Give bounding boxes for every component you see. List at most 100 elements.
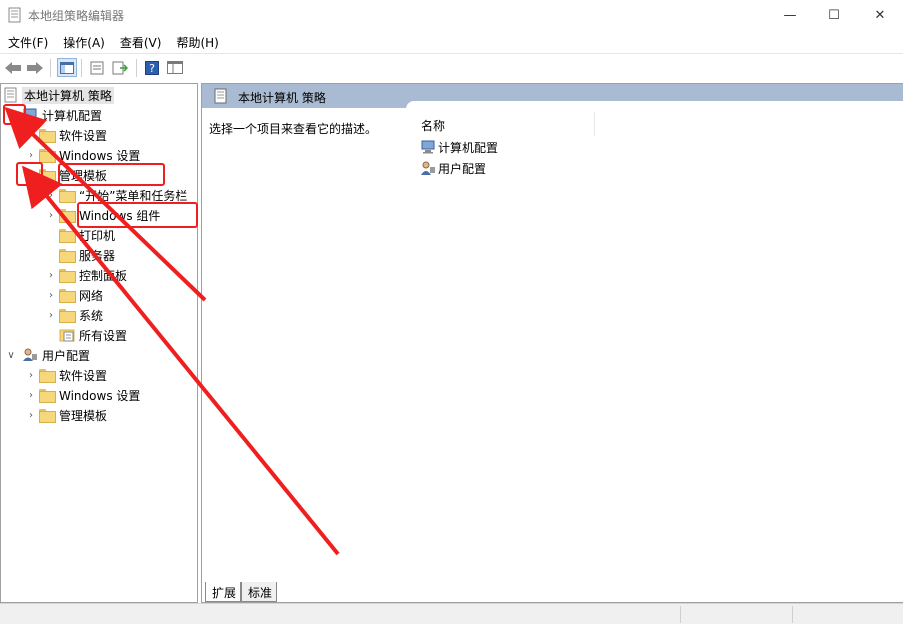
status-separator	[792, 606, 793, 623]
chevron-down-icon[interactable]: ∨	[5, 109, 17, 121]
properties-icon	[90, 61, 104, 74]
tree-node-label: 所有设置	[79, 328, 128, 343]
folder-icon	[39, 389, 56, 403]
tree-node-label: 管理模板	[59, 168, 108, 183]
tree-node-windows-components[interactable]: › Windows 组件	[45, 205, 160, 225]
tree-node-label: Windows 设置	[59, 388, 141, 403]
chevron-right-icon[interactable]: ›	[25, 409, 37, 421]
chevron-right-icon[interactable]: ›	[25, 129, 37, 141]
computer-icon	[421, 140, 435, 154]
window-title: 本地组策略编辑器	[28, 9, 125, 23]
tree-node-label: 服务器	[79, 248, 116, 263]
tree-node-server[interactable]: 服务器	[57, 245, 115, 265]
tree-node-system[interactable]: › 系统	[45, 305, 103, 325]
menu-view[interactable]: 查看(V)	[112, 30, 169, 52]
menu-help[interactable]: 帮助(H)	[168, 30, 225, 52]
tree-node-windows-settings[interactable]: › Windows 设置	[25, 145, 140, 165]
list-item-user-config[interactable]: 用户配置	[420, 158, 486, 178]
chevron-down-icon[interactable]: ∨	[5, 349, 17, 361]
svg-text:?: ?	[149, 62, 155, 75]
chevron-right-icon[interactable]: ›	[25, 389, 37, 401]
close-button[interactable]: ✕	[857, 0, 903, 30]
console-tree-icon	[60, 61, 74, 74]
computer-icon	[23, 108, 37, 122]
folder-icon	[59, 269, 76, 283]
show-hide-tree-button[interactable]	[57, 58, 77, 77]
tree-node-label: 控制面板	[79, 268, 128, 283]
tree-node-label: Windows 设置	[59, 148, 141, 163]
minimize-button[interactable]: —	[767, 0, 813, 30]
tree-node-printers[interactable]: 打印机	[57, 225, 115, 245]
properties-button[interactable]	[87, 58, 107, 77]
maximize-button[interactable]: ☐	[811, 0, 857, 30]
chevron-right-icon[interactable]: ›	[45, 289, 57, 301]
tree-node-user-admin-templates[interactable]: › 管理模板	[25, 405, 107, 425]
all-settings-icon	[59, 329, 75, 342]
policy-editor-icon	[8, 7, 21, 23]
tree-node-user-windows-settings[interactable]: › Windows 设置	[25, 385, 140, 405]
menu-action[interactable]: 操作(A)	[55, 30, 112, 52]
menu-bar: 文件(F) 操作(A) 查看(V) 帮助(H)	[0, 30, 903, 52]
tree-node-computer-config[interactable]: ∨ 计算机配置	[5, 105, 102, 125]
chevron-right-icon[interactable]: ›	[45, 189, 57, 201]
policy-document-icon	[214, 88, 227, 104]
menu-file[interactable]: 文件(F)	[0, 30, 55, 52]
folder-icon	[39, 169, 56, 183]
folder-icon	[59, 189, 76, 203]
tree-node-label: 计算机配置	[42, 108, 103, 123]
forward-arrow-icon	[27, 61, 43, 74]
chevron-right-icon[interactable]: ›	[25, 369, 37, 381]
tree-node-software-settings[interactable]: › 软件设置	[25, 125, 107, 145]
folder-icon	[59, 309, 76, 323]
export-list-button[interactable]	[110, 58, 130, 77]
tree-node-user-software-settings[interactable]: › 软件设置	[25, 365, 107, 385]
tab-extended[interactable]: 扩展	[205, 582, 242, 602]
back-button[interactable]	[3, 58, 23, 77]
tree-node-admin-templates[interactable]: ∨ 管理模板	[25, 165, 107, 185]
tree-node-label: 本地计算机 策略	[22, 86, 114, 104]
chevron-right-icon[interactable]: ›	[45, 269, 57, 281]
tree-node-label: 管理模板	[59, 408, 108, 423]
user-icon	[421, 161, 435, 175]
tree-node-all-settings[interactable]: 所有设置	[57, 325, 127, 345]
user-icon	[23, 348, 37, 361]
description-text: 选择一个项目来查看它的描述。	[209, 122, 378, 136]
view-pane-icon	[167, 61, 183, 74]
chevron-right-icon[interactable]: ›	[25, 149, 37, 161]
tree-node-label: 打印机	[79, 228, 116, 243]
back-arrow-icon	[5, 61, 21, 74]
details-header-tab	[406, 101, 903, 109]
tree-node-label: Windows 组件	[79, 208, 161, 223]
column-header-name[interactable]: 名称	[415, 112, 595, 136]
list-item-computer-config[interactable]: 计算机配置	[420, 137, 498, 157]
tree-node-label: “开始”菜单和任务栏	[79, 188, 188, 203]
tree-node-start-menu[interactable]: › “开始”菜单和任务栏	[45, 185, 187, 205]
export-icon	[112, 61, 128, 74]
view-button[interactable]	[165, 58, 185, 77]
tree-node-label: 软件设置	[59, 368, 108, 383]
tab-standard[interactable]: 标准	[241, 582, 278, 602]
status-bar	[0, 603, 903, 624]
tree-node-control-panel[interactable]: › 控制面板	[45, 265, 127, 285]
list-item-label: 计算机配置	[438, 140, 499, 155]
help-button[interactable]: ?	[142, 58, 162, 77]
tree-node-label: 系统	[79, 308, 104, 323]
folder-icon	[39, 149, 56, 163]
tree-node-root[interactable]: 本地计算机 策略	[4, 85, 114, 105]
folder-icon	[39, 369, 56, 383]
details-pane: 本地计算机 策略 选择一个项目来查看它的描述。 名称 计算机配置 用户配置	[201, 83, 903, 603]
folder-icon	[59, 249, 76, 263]
help-icon: ?	[145, 60, 159, 75]
toolbar-separator	[50, 59, 51, 77]
list-item-label: 用户配置	[438, 161, 487, 176]
chevron-right-icon[interactable]: ›	[45, 309, 57, 321]
tree-node-network[interactable]: › 网络	[45, 285, 103, 305]
chevron-down-icon[interactable]: ∨	[25, 169, 37, 181]
chevron-right-icon[interactable]: ›	[45, 209, 57, 221]
tree-node-label: 网络	[79, 288, 104, 303]
forward-button[interactable]	[25, 58, 45, 77]
tree-node-user-config[interactable]: ∨ 用户配置	[5, 345, 90, 365]
toolbar-separator	[136, 59, 137, 77]
folder-icon	[59, 209, 76, 223]
view-tabs: 扩展 标准	[201, 580, 903, 602]
